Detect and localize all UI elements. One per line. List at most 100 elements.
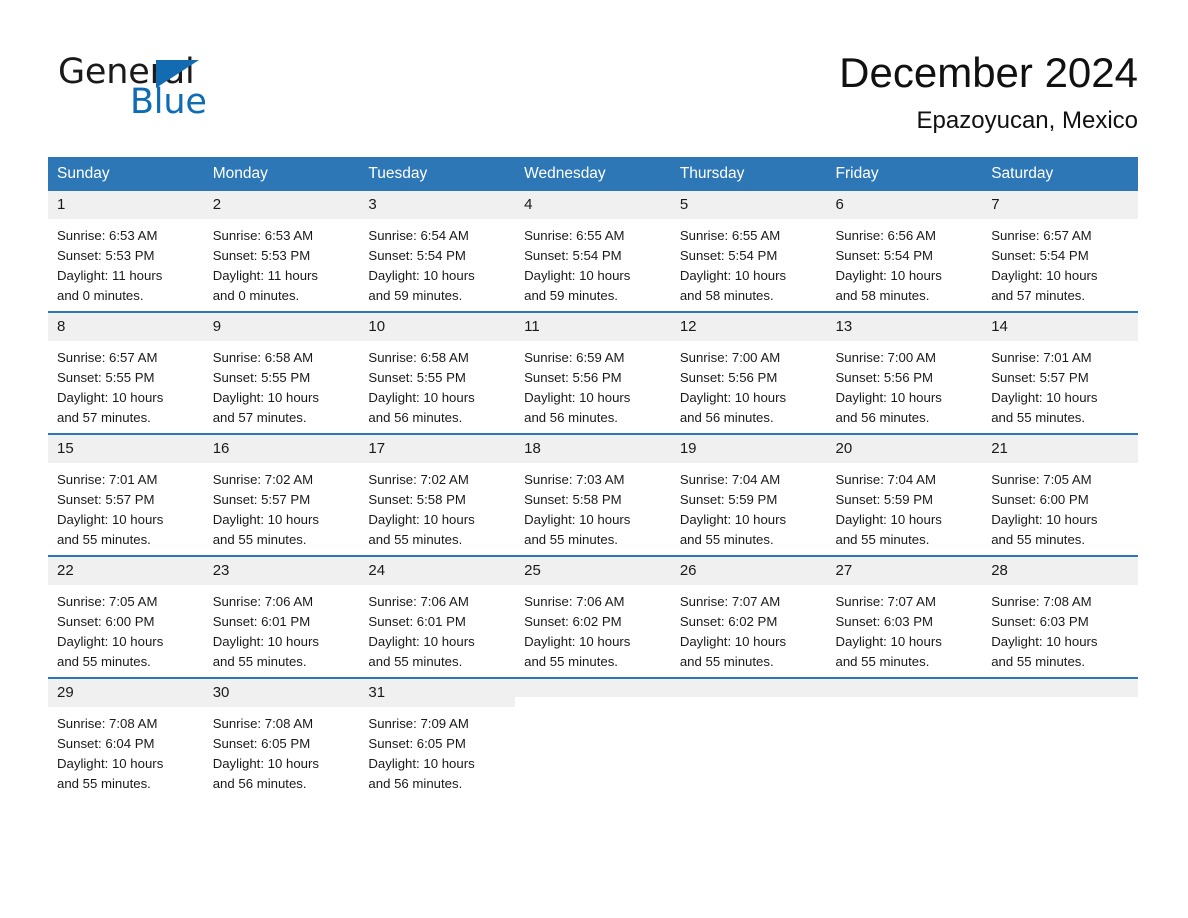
day-details: Sunrise: 6:57 AM Sunset: 5:54 PM Dayligh…	[991, 228, 1098, 303]
calendar-page: General Blue December 2024 Epazoyucan, M…	[0, 0, 1188, 918]
day-number: 13	[826, 313, 983, 341]
day-number: 21	[982, 435, 1138, 463]
day-number: 7	[982, 191, 1138, 219]
day-cell[interactable]: 13 Sunrise: 7:00 AM Sunset: 5:56 PM Dayli…	[826, 311, 983, 434]
day-cell[interactable]: 26 Sunrise: 7:07 AM Sunset: 6:02 PM Dayli…	[670, 555, 827, 678]
weekday-header-saturday: Saturday	[982, 157, 1138, 191]
day-cell[interactable]: 8 Sunrise: 6:57 AM Sunset: 5:55 PM Daylig…	[48, 311, 204, 434]
day-cell-empty	[515, 677, 671, 799]
day-number: 9	[203, 313, 360, 341]
day-cell[interactable]: 6 Sunrise: 6:56 AM Sunset: 5:54 PM Daylig…	[826, 191, 983, 312]
day-cell-empty	[982, 677, 1138, 799]
day-number: 20	[826, 435, 983, 463]
day-details: Sunrise: 7:06 AM Sunset: 6:01 PM Dayligh…	[368, 594, 475, 669]
day-cell[interactable]: 24 Sunrise: 7:06 AM Sunset: 6:01 PM Dayli…	[359, 555, 516, 678]
day-cell[interactable]: 15 Sunrise: 7:01 AM Sunset: 5:57 PM Dayli…	[48, 433, 204, 556]
calendar-grid: Sunday Monday Tuesday Wednesday Thursday…	[48, 157, 1138, 799]
day-number: 18	[515, 435, 671, 463]
day-details: Sunrise: 7:02 AM Sunset: 5:57 PM Dayligh…	[212, 472, 319, 547]
day-number	[982, 679, 1138, 697]
day-details	[827, 697, 983, 704]
day-cell[interactable]: 12 Sunrise: 7:00 AM Sunset: 5:56 PM Dayli…	[670, 311, 827, 434]
day-number: 10	[359, 313, 516, 341]
day-cell[interactable]: 23 Sunrise: 7:06 AM Sunset: 6:01 PM Dayli…	[203, 555, 360, 678]
day-cell[interactable]: 1 Sunrise: 6:53 AM Sunset: 5:53 PM Daylig…	[48, 191, 204, 312]
week-row: 15 Sunrise: 7:01 AM Sunset: 5:57 PM Dayli…	[48, 433, 1138, 556]
day-number: 22	[48, 557, 204, 585]
day-number: 29	[48, 679, 204, 707]
day-cell[interactable]: 11 Sunrise: 6:59 AM Sunset: 5:56 PM Dayli…	[515, 311, 671, 434]
day-cell[interactable]: 28 Sunrise: 7:08 AM Sunset: 6:03 PM Dayli…	[982, 555, 1138, 678]
day-cell[interactable]: 16 Sunrise: 7:02 AM Sunset: 5:57 PM Dayli…	[203, 433, 360, 556]
day-cell[interactable]: 21 Sunrise: 7:05 AM Sunset: 6:00 PM Dayli…	[982, 433, 1138, 556]
day-cell[interactable]: 30 Sunrise: 7:08 AM Sunset: 6:05 PM Dayli…	[203, 677, 360, 799]
day-details: Sunrise: 7:04 AM Sunset: 5:59 PM Dayligh…	[679, 472, 787, 547]
day-cell[interactable]: 22 Sunrise: 7:05 AM Sunset: 6:00 PM Dayli…	[48, 555, 204, 678]
page-title: December 2024	[839, 49, 1138, 96]
day-cell[interactable]: 14 Sunrise: 7:01 AM Sunset: 5:57 PM Dayli…	[982, 311, 1138, 434]
weekday-header-monday: Monday	[203, 157, 360, 191]
day-cell[interactable]: 25 Sunrise: 7:06 AM Sunset: 6:02 PM Dayli…	[515, 555, 671, 678]
day-cell-empty	[826, 677, 983, 799]
day-details: Sunrise: 6:53 AM Sunset: 5:53 PM Dayligh…	[212, 228, 319, 303]
day-details: Sunrise: 7:01 AM Sunset: 5:57 PM Dayligh…	[57, 472, 164, 547]
day-details: Sunrise: 6:54 AM Sunset: 5:54 PM Dayligh…	[368, 228, 475, 303]
day-details: Sunrise: 6:56 AM Sunset: 5:54 PM Dayligh…	[835, 228, 942, 303]
day-details: Sunrise: 7:08 AM Sunset: 6:05 PM Dayligh…	[212, 716, 319, 791]
day-details: Sunrise: 7:07 AM Sunset: 6:02 PM Dayligh…	[679, 594, 787, 669]
day-number: 31	[359, 679, 516, 707]
day-number: 30	[203, 679, 360, 707]
day-details: Sunrise: 6:58 AM Sunset: 5:55 PM Dayligh…	[368, 350, 475, 425]
day-cell[interactable]: 20 Sunrise: 7:04 AM Sunset: 5:59 PM Dayli…	[826, 433, 983, 556]
day-details: Sunrise: 7:08 AM Sunset: 6:03 PM Dayligh…	[991, 594, 1098, 669]
day-number: 2	[203, 191, 360, 219]
day-number: 15	[48, 435, 204, 463]
day-number: 3	[359, 191, 516, 219]
day-details: Sunrise: 7:04 AM Sunset: 5:59 PM Dayligh…	[835, 472, 942, 547]
day-details: Sunrise: 7:02 AM Sunset: 5:58 PM Dayligh…	[368, 472, 475, 547]
week-row: 8 Sunrise: 6:57 AM Sunset: 5:55 PM Daylig…	[48, 311, 1138, 434]
day-cell[interactable]: 10 Sunrise: 6:58 AM Sunset: 5:55 PM Dayli…	[359, 311, 516, 434]
week-row: 29 Sunrise: 7:08 AM Sunset: 6:04 PM Dayli…	[48, 677, 1138, 799]
day-number: 27	[826, 557, 983, 585]
day-cell[interactable]: 31 Sunrise: 7:09 AM Sunset: 6:05 PM Dayli…	[359, 677, 516, 799]
day-details: Sunrise: 6:53 AM Sunset: 5:53 PM Dayligh…	[57, 228, 163, 303]
day-details: Sunrise: 7:06 AM Sunset: 6:02 PM Dayligh…	[524, 594, 631, 669]
day-number	[515, 679, 671, 697]
day-cell[interactable]: 9 Sunrise: 6:58 AM Sunset: 5:55 PM Daylig…	[203, 311, 360, 434]
day-cell[interactable]: 18 Sunrise: 7:03 AM Sunset: 5:58 PM Dayli…	[515, 433, 671, 556]
day-details: Sunrise: 7:05 AM Sunset: 6:00 PM Dayligh…	[991, 472, 1098, 547]
day-cell[interactable]: 19 Sunrise: 7:04 AM Sunset: 5:59 PM Dayli…	[670, 433, 827, 556]
day-cell[interactable]: 17 Sunrise: 7:02 AM Sunset: 5:58 PM Dayli…	[359, 433, 516, 556]
day-cell[interactable]: 4 Sunrise: 6:55 AM Sunset: 5:54 PM Daylig…	[515, 191, 671, 312]
day-number: 12	[670, 313, 827, 341]
day-cell[interactable]: 7 Sunrise: 6:57 AM Sunset: 5:54 PM Daylig…	[982, 191, 1138, 312]
day-cell[interactable]: 29 Sunrise: 7:08 AM Sunset: 6:04 PM Dayli…	[48, 677, 204, 799]
day-cell[interactable]: 5 Sunrise: 6:55 AM Sunset: 5:54 PM Daylig…	[670, 191, 827, 312]
day-number: 6	[826, 191, 983, 219]
weekday-header-wednesday: Wednesday	[515, 157, 671, 191]
day-number: 26	[670, 557, 827, 585]
day-details	[671, 697, 827, 704]
day-details	[982, 697, 1138, 704]
weekday-header-sunday: Sunday	[48, 157, 204, 191]
day-details: Sunrise: 7:07 AM Sunset: 6:03 PM Dayligh…	[835, 594, 942, 669]
calendar-header-row: Sunday Monday Tuesday Wednesday Thursday…	[48, 157, 1138, 191]
weekday-header-thursday: Thursday	[670, 157, 827, 191]
day-number: 23	[203, 557, 360, 585]
day-cell[interactable]: 2 Sunrise: 6:53 AM Sunset: 5:53 PM Daylig…	[203, 191, 360, 312]
generalblue-logo[interactable]: General Blue	[58, 52, 318, 124]
day-cell[interactable]: 27 Sunrise: 7:07 AM Sunset: 6:03 PM Dayli…	[826, 555, 983, 678]
day-details: Sunrise: 7:00 AM Sunset: 5:56 PM Dayligh…	[835, 350, 942, 425]
day-details: Sunrise: 6:59 AM Sunset: 5:56 PM Dayligh…	[524, 350, 631, 425]
day-number: 17	[359, 435, 516, 463]
day-details: Sunrise: 6:57 AM Sunset: 5:55 PM Dayligh…	[57, 350, 164, 425]
day-details	[515, 697, 671, 704]
day-number: 5	[670, 191, 827, 219]
day-number: 24	[359, 557, 516, 585]
day-number	[826, 679, 983, 697]
day-details: Sunrise: 7:06 AM Sunset: 6:01 PM Dayligh…	[212, 594, 319, 669]
day-cell[interactable]: 3 Sunrise: 6:54 AM Sunset: 5:54 PM Daylig…	[359, 191, 516, 312]
week-row: 1 Sunrise: 6:53 AM Sunset: 5:53 PM Daylig…	[48, 191, 1138, 312]
day-number: 1	[48, 191, 204, 219]
